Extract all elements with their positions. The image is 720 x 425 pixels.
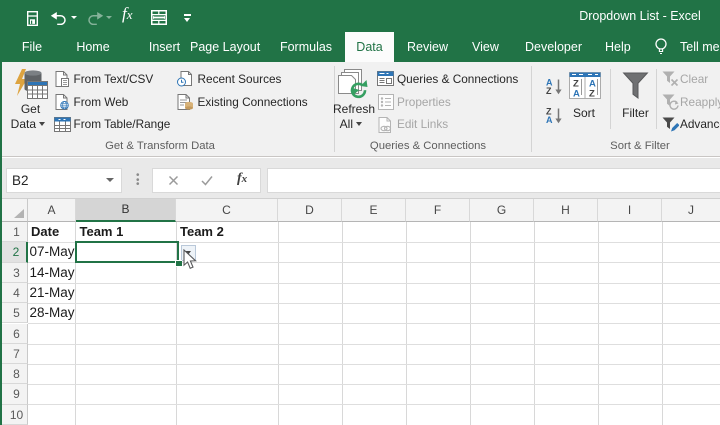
svg-text:A: A — [546, 115, 553, 124]
svg-text:Z: Z — [589, 89, 595, 100]
svg-text:A: A — [573, 89, 580, 100]
svg-text:Z: Z — [546, 86, 552, 95]
